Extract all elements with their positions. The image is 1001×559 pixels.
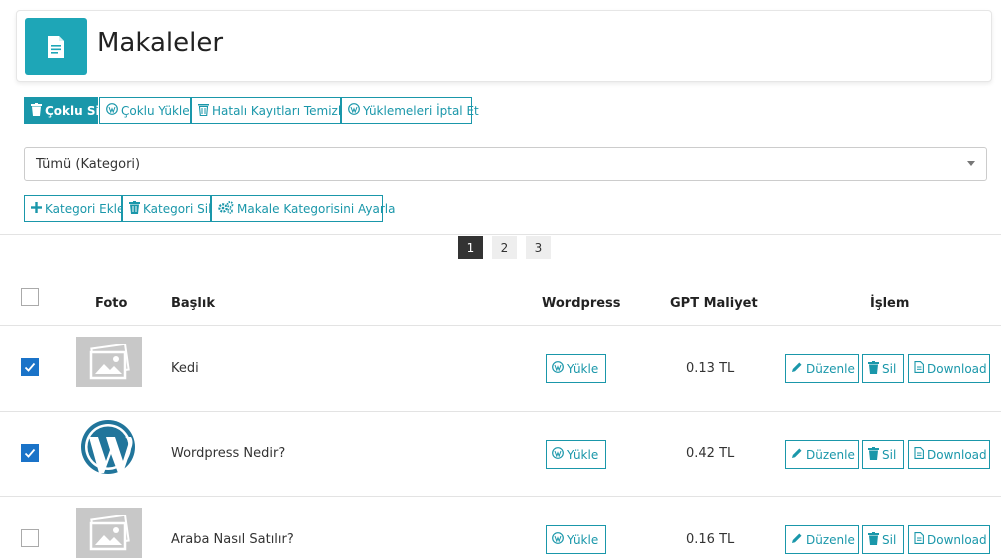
download-label: Download (927, 361, 987, 376)
delete-button[interactable]: Sil (862, 525, 904, 554)
pencil-icon (791, 532, 803, 547)
download-label: Download (927, 447, 987, 462)
edit-button[interactable]: Düzenle (785, 525, 859, 554)
bulk-upload-label: Çoklu Yükle (121, 103, 190, 118)
section-divider (0, 234, 1001, 235)
edit-label: Düzenle (806, 447, 855, 462)
column-header-title: Başlık (171, 296, 215, 311)
chevron-down-icon (967, 161, 975, 166)
file-icon (914, 532, 924, 547)
trash-icon (868, 446, 879, 463)
cancel-uploads-button[interactable]: Yüklemeleri İptal Et (341, 97, 479, 124)
download-button[interactable]: Download (908, 525, 990, 554)
set-category-label: Makale Kategorisini Ayarla (237, 201, 396, 216)
gpt-cost: 0.13 TL (686, 361, 735, 376)
upload-label: Yükle (567, 447, 599, 462)
page-3-button[interactable]: 3 (526, 236, 551, 259)
clean-errors-label: Hatalı Kayıtları Temizle (212, 103, 349, 118)
wordpress-icon (552, 532, 564, 547)
wordpress-logo (75, 419, 141, 480)
wordpress-icon (106, 103, 118, 118)
bulk-upload-button[interactable]: Çoklu Yükle (99, 97, 191, 124)
bulk-delete-button[interactable]: Çoklu Sil (24, 97, 104, 124)
upload-label: Yükle (567, 361, 599, 376)
download-label: Download (927, 532, 987, 547)
row-checkbox[interactable] (21, 529, 39, 547)
edit-button[interactable]: Düzenle (785, 440, 859, 469)
wordpress-upload-button[interactable]: Yükle (546, 440, 606, 469)
gears-icon (218, 200, 234, 217)
table-divider (0, 411, 1001, 412)
wordpress-icon (552, 361, 564, 376)
trash-icon (868, 531, 879, 548)
wordpress-upload-button[interactable]: Yükle (546, 354, 606, 383)
file-icon (914, 447, 924, 462)
wordpress-upload-button[interactable]: Yükle (546, 525, 606, 554)
plus-icon (31, 201, 42, 216)
pencil-icon (791, 361, 803, 376)
category-select-value: Tümü (Kategori) (36, 156, 141, 172)
column-header-cost: GPT Maliyet (670, 296, 758, 311)
edit-button[interactable]: Düzenle (785, 354, 859, 383)
delete-label: Sil (882, 532, 897, 547)
delete-category-button[interactable]: Kategori Sil (122, 195, 211, 222)
file-icon (914, 361, 924, 376)
delete-button[interactable]: Sil (862, 440, 904, 469)
table-divider (0, 496, 1001, 497)
cancel-uploads-label: Yüklemeleri İptal Et (363, 103, 479, 118)
image-placeholder-icon (76, 508, 142, 558)
column-header-wordpress: Wordpress (542, 296, 621, 311)
delete-category-label: Kategori Sil (143, 201, 212, 216)
page-1-button[interactable]: 1 (458, 236, 483, 259)
add-category-button[interactable]: Kategori Ekle (24, 195, 125, 222)
row-checkbox[interactable] (21, 358, 39, 376)
pencil-icon (791, 447, 803, 462)
page-2-button[interactable]: 2 (492, 236, 517, 259)
clean-errors-button[interactable]: Hatalı Kayıtları Temizle (191, 97, 349, 124)
document-icon (25, 18, 87, 75)
column-header-actions: İşlem (870, 296, 910, 311)
bulk-delete-label: Çoklu Sil (45, 103, 104, 118)
row-checkbox[interactable] (21, 444, 39, 462)
edit-label: Düzenle (806, 361, 855, 376)
article-title: Araba Nasıl Satılır? (171, 532, 294, 547)
wordpress-icon (552, 447, 564, 462)
add-category-label: Kategori Ekle (45, 201, 125, 216)
wordpress-icon (348, 103, 360, 118)
trash-icon (129, 200, 140, 217)
table-divider (0, 325, 1001, 326)
set-category-button[interactable]: Makale Kategorisini Ayarla (211, 195, 395, 222)
delete-label: Sil (882, 447, 897, 462)
page-title: Makaleler (97, 28, 224, 58)
delete-button[interactable]: Sil (862, 354, 904, 383)
image-placeholder-icon (76, 337, 142, 387)
upload-label: Yükle (567, 532, 599, 547)
column-header-photo: Foto (95, 296, 128, 311)
select-all-checkbox[interactable] (21, 288, 39, 306)
gpt-cost: 0.42 TL (686, 446, 735, 461)
delete-label: Sil (882, 361, 897, 376)
download-button[interactable]: Download (908, 440, 990, 469)
trash-outline-icon (198, 103, 209, 119)
trash-icon (868, 360, 879, 377)
category-select[interactable]: Tümü (Kategori) (24, 147, 987, 181)
page-header: Makaleler (16, 10, 992, 82)
trash-icon (31, 102, 42, 119)
article-title: Wordpress Nedir? (171, 446, 286, 461)
edit-label: Düzenle (806, 532, 855, 547)
download-button[interactable]: Download (908, 354, 990, 383)
article-title: Kedi (171, 361, 199, 376)
gpt-cost: 0.16 TL (686, 532, 735, 547)
